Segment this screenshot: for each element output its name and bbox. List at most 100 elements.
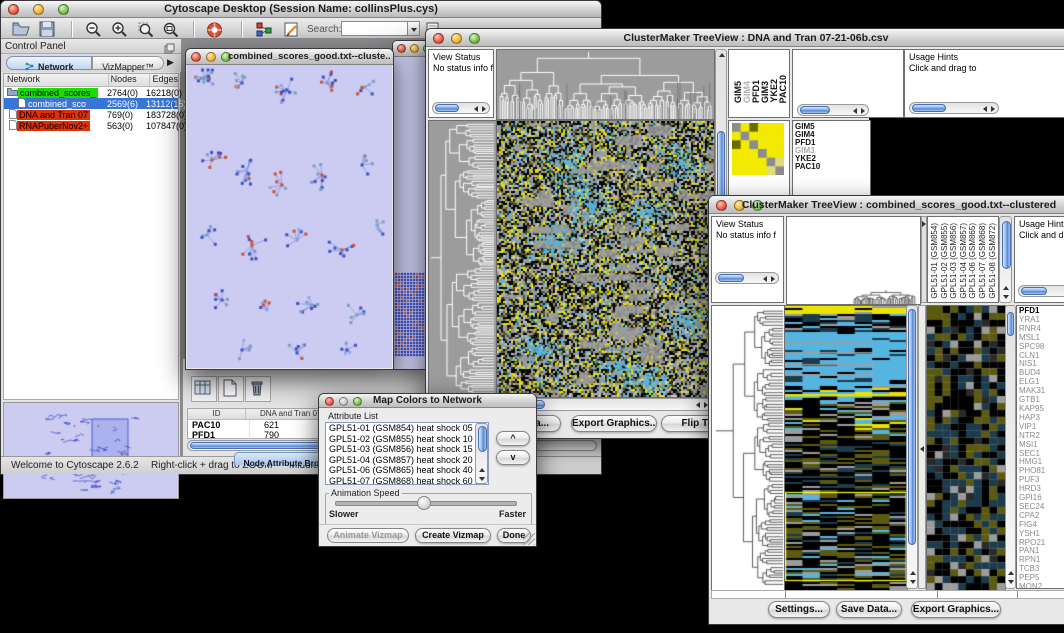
treeview2-divider-strip2[interactable] — [918, 305, 926, 589]
open-file-icon[interactable] — [12, 21, 32, 39]
scroll-right-arrow[interactable] — [991, 106, 995, 112]
search-dropdown[interactable] — [407, 21, 420, 36]
resize-grip[interactable] — [523, 533, 535, 545]
create-vizmap-button[interactable]: Create Vizmap — [415, 528, 491, 543]
network-list-row[interactable]: DNA and Tran 07769(0)183728(0) — [4, 109, 178, 120]
gene-label[interactable]: MON2 — [1017, 583, 1064, 589]
scroll-left-arrow[interactable] — [696, 402, 700, 408]
network-graph-canvas[interactable] — [187, 65, 392, 368]
new-attribute-icon[interactable] — [218, 376, 244, 402]
close-button[interactable] — [191, 52, 201, 62]
scroll-down-arrow[interactable] — [910, 580, 916, 584]
column-label[interactable]: GPL51-03 (GSM856) — [949, 223, 958, 299]
scroll-left-arrow[interactable] — [853, 108, 857, 114]
treeview2-column-dendrogram[interactable] — [786, 216, 921, 305]
gene-label[interactable]: PAC10 — [793, 163, 870, 171]
dialog-titlebar[interactable]: Map Colors to Network — [319, 394, 536, 408]
attribute-list-item[interactable]: GPL51-06 (GSM865) heat shock 40 min — [326, 465, 488, 476]
zoom-selected-icon[interactable] — [137, 21, 157, 39]
tab-network[interactable]: Network — [6, 56, 92, 70]
attribute-list-item[interactable]: GPL51-07 (GSM868) heat shock 60 min — [326, 476, 488, 486]
search-input[interactable] — [341, 21, 409, 36]
scroll-left-arrow[interactable] — [474, 106, 478, 112]
scroll-right-arrow[interactable] — [861, 108, 865, 114]
treeview1-titlebar[interactable]: ClusterMaker TreeView : DNA and Tran 07-… — [426, 29, 1064, 47]
scroll-thumb[interactable] — [435, 104, 459, 112]
scroll-thumb[interactable] — [912, 104, 946, 112]
scroll-thumb[interactable] — [478, 426, 487, 452]
treeview1-row-dendrogram[interactable] — [428, 120, 497, 398]
attribute-list-item[interactable]: GPL51-03 (GSM856) heat shock 15 min — [326, 444, 488, 455]
annotation-icon[interactable] — [283, 21, 303, 39]
column-label[interactable]: GPL51-01 (GSM854) — [930, 223, 939, 299]
scroll-thumb[interactable] — [800, 106, 830, 114]
main-titlebar[interactable]: Cytoscape Desktop (Session Name: collins… — [1, 1, 601, 18]
attribute-select-icon[interactable] — [191, 376, 217, 402]
scroll-up-arrow[interactable] — [1003, 286, 1009, 290]
scroll-thumb[interactable] — [1021, 287, 1047, 295]
column-label[interactable]: PAC10 — [778, 75, 788, 103]
tab-overflow-arrow[interactable]: ▶ — [167, 57, 174, 68]
strip-arrow[interactable] — [922, 221, 926, 227]
save-data-button[interactable]: Save Data... — [836, 601, 902, 618]
move-up-button[interactable]: ^ — [496, 431, 530, 446]
network-list-row[interactable]: combined_scores_2764(0)16218(0) — [4, 87, 178, 98]
minimize-button[interactable] — [206, 52, 216, 62]
scroll-thumb[interactable] — [1007, 312, 1014, 336]
save-icon[interactable] — [39, 21, 59, 39]
delete-attribute-icon[interactable] — [245, 376, 271, 402]
col-network[interactable]: Network — [4, 74, 109, 86]
scroll-thumb[interactable] — [1002, 221, 1011, 269]
zoom-matrix[interactable] — [732, 123, 784, 175]
scroll-thumb[interactable] — [717, 131, 725, 204]
scroll-up-arrow[interactable] — [910, 571, 916, 575]
treeview2-heatmap[interactable] — [784, 305, 908, 591]
network-overview[interactable] — [3, 402, 179, 499]
treeview1-column-dendrogram[interactable] — [496, 49, 715, 120]
move-down-button[interactable]: v — [496, 450, 530, 465]
export-graphics-button[interactable]: Export Graphics... — [911, 601, 1001, 618]
column-label[interactable]: GPL51-04 (GSM857) — [959, 223, 968, 299]
treeview2-zoom-view[interactable] — [926, 305, 1006, 591]
column-label[interactable]: GPL51-06 (GSM865) — [968, 223, 977, 299]
help-lifering-icon[interactable] — [205, 21, 225, 39]
scroll-right-arrow[interactable] — [482, 106, 486, 112]
network-list-row[interactable]: combined_sco2569(6)13112(15) — [4, 98, 178, 109]
scroll-up-arrow[interactable] — [1008, 571, 1014, 575]
scroll-up-arrow[interactable] — [479, 468, 485, 472]
minimize-button[interactable] — [410, 44, 419, 53]
column-label[interactable]: GPL51-02 (GSM855) — [940, 223, 949, 299]
treeview2-row-dendrogram[interactable] — [711, 305, 786, 591]
scroll-up-arrow[interactable] — [719, 53, 725, 57]
attribute-list-item[interactable]: GPL51-01 (GSM854) heat shock 05 min — [326, 423, 488, 434]
treeview1-heatmap[interactable] — [496, 120, 715, 398]
animate-vizmap-button[interactable]: Animate Vizmap — [327, 528, 409, 543]
animation-slider-thumb[interactable] — [417, 496, 431, 510]
scroll-down-arrow[interactable] — [1003, 295, 1009, 299]
network-list-row[interactable]: RNAPuberNov2+563(0)107847(0) — [4, 120, 178, 131]
network-view-titlebar[interactable]: combined_scores_good.txt--cluste... — [186, 49, 393, 65]
column-label[interactable]: GPL51-07 (GSM868) — [978, 223, 987, 299]
close-button[interactable] — [397, 44, 406, 53]
scroll-down-arrow[interactable] — [1008, 580, 1014, 584]
vizmap-nodes-icon[interactable] — [255, 21, 275, 39]
zoom-fit-icon[interactable] — [162, 21, 182, 39]
tab-vizmapper[interactable]: VizMapper™ — [92, 56, 164, 70]
data-col-id[interactable]: ID — [188, 409, 246, 419]
scroll-left-arrow[interactable] — [983, 106, 987, 112]
treeview2-titlebar[interactable]: ClusterMaker TreeView : combined_scores_… — [709, 196, 1064, 214]
scroll-thumb[interactable] — [718, 274, 744, 282]
scroll-left-arrow[interactable] — [763, 276, 767, 282]
column-label[interactable]: GPL51-08 (GSM872) — [988, 223, 997, 299]
col-edges[interactable]: Edges — [150, 74, 178, 86]
settings-button[interactable]: Settings... — [768, 601, 830, 618]
scroll-down-arrow[interactable] — [479, 477, 485, 481]
attribute-list-item[interactable]: GPL51-02 (GSM855) heat shock 10 min — [326, 434, 488, 445]
zoom-out-icon[interactable] — [85, 21, 105, 39]
scroll-thumb[interactable] — [908, 309, 916, 545]
col-nodes[interactable]: Nodes — [109, 74, 151, 86]
export-graphics-button[interactable]: Export Graphics... — [571, 415, 657, 432]
scroll-right-arrow[interactable] — [771, 276, 775, 282]
attribute-list-item[interactable]: GPL51-04 (GSM857) heat shock 20 min — [326, 455, 488, 466]
zoom-in-icon[interactable] — [111, 21, 131, 39]
